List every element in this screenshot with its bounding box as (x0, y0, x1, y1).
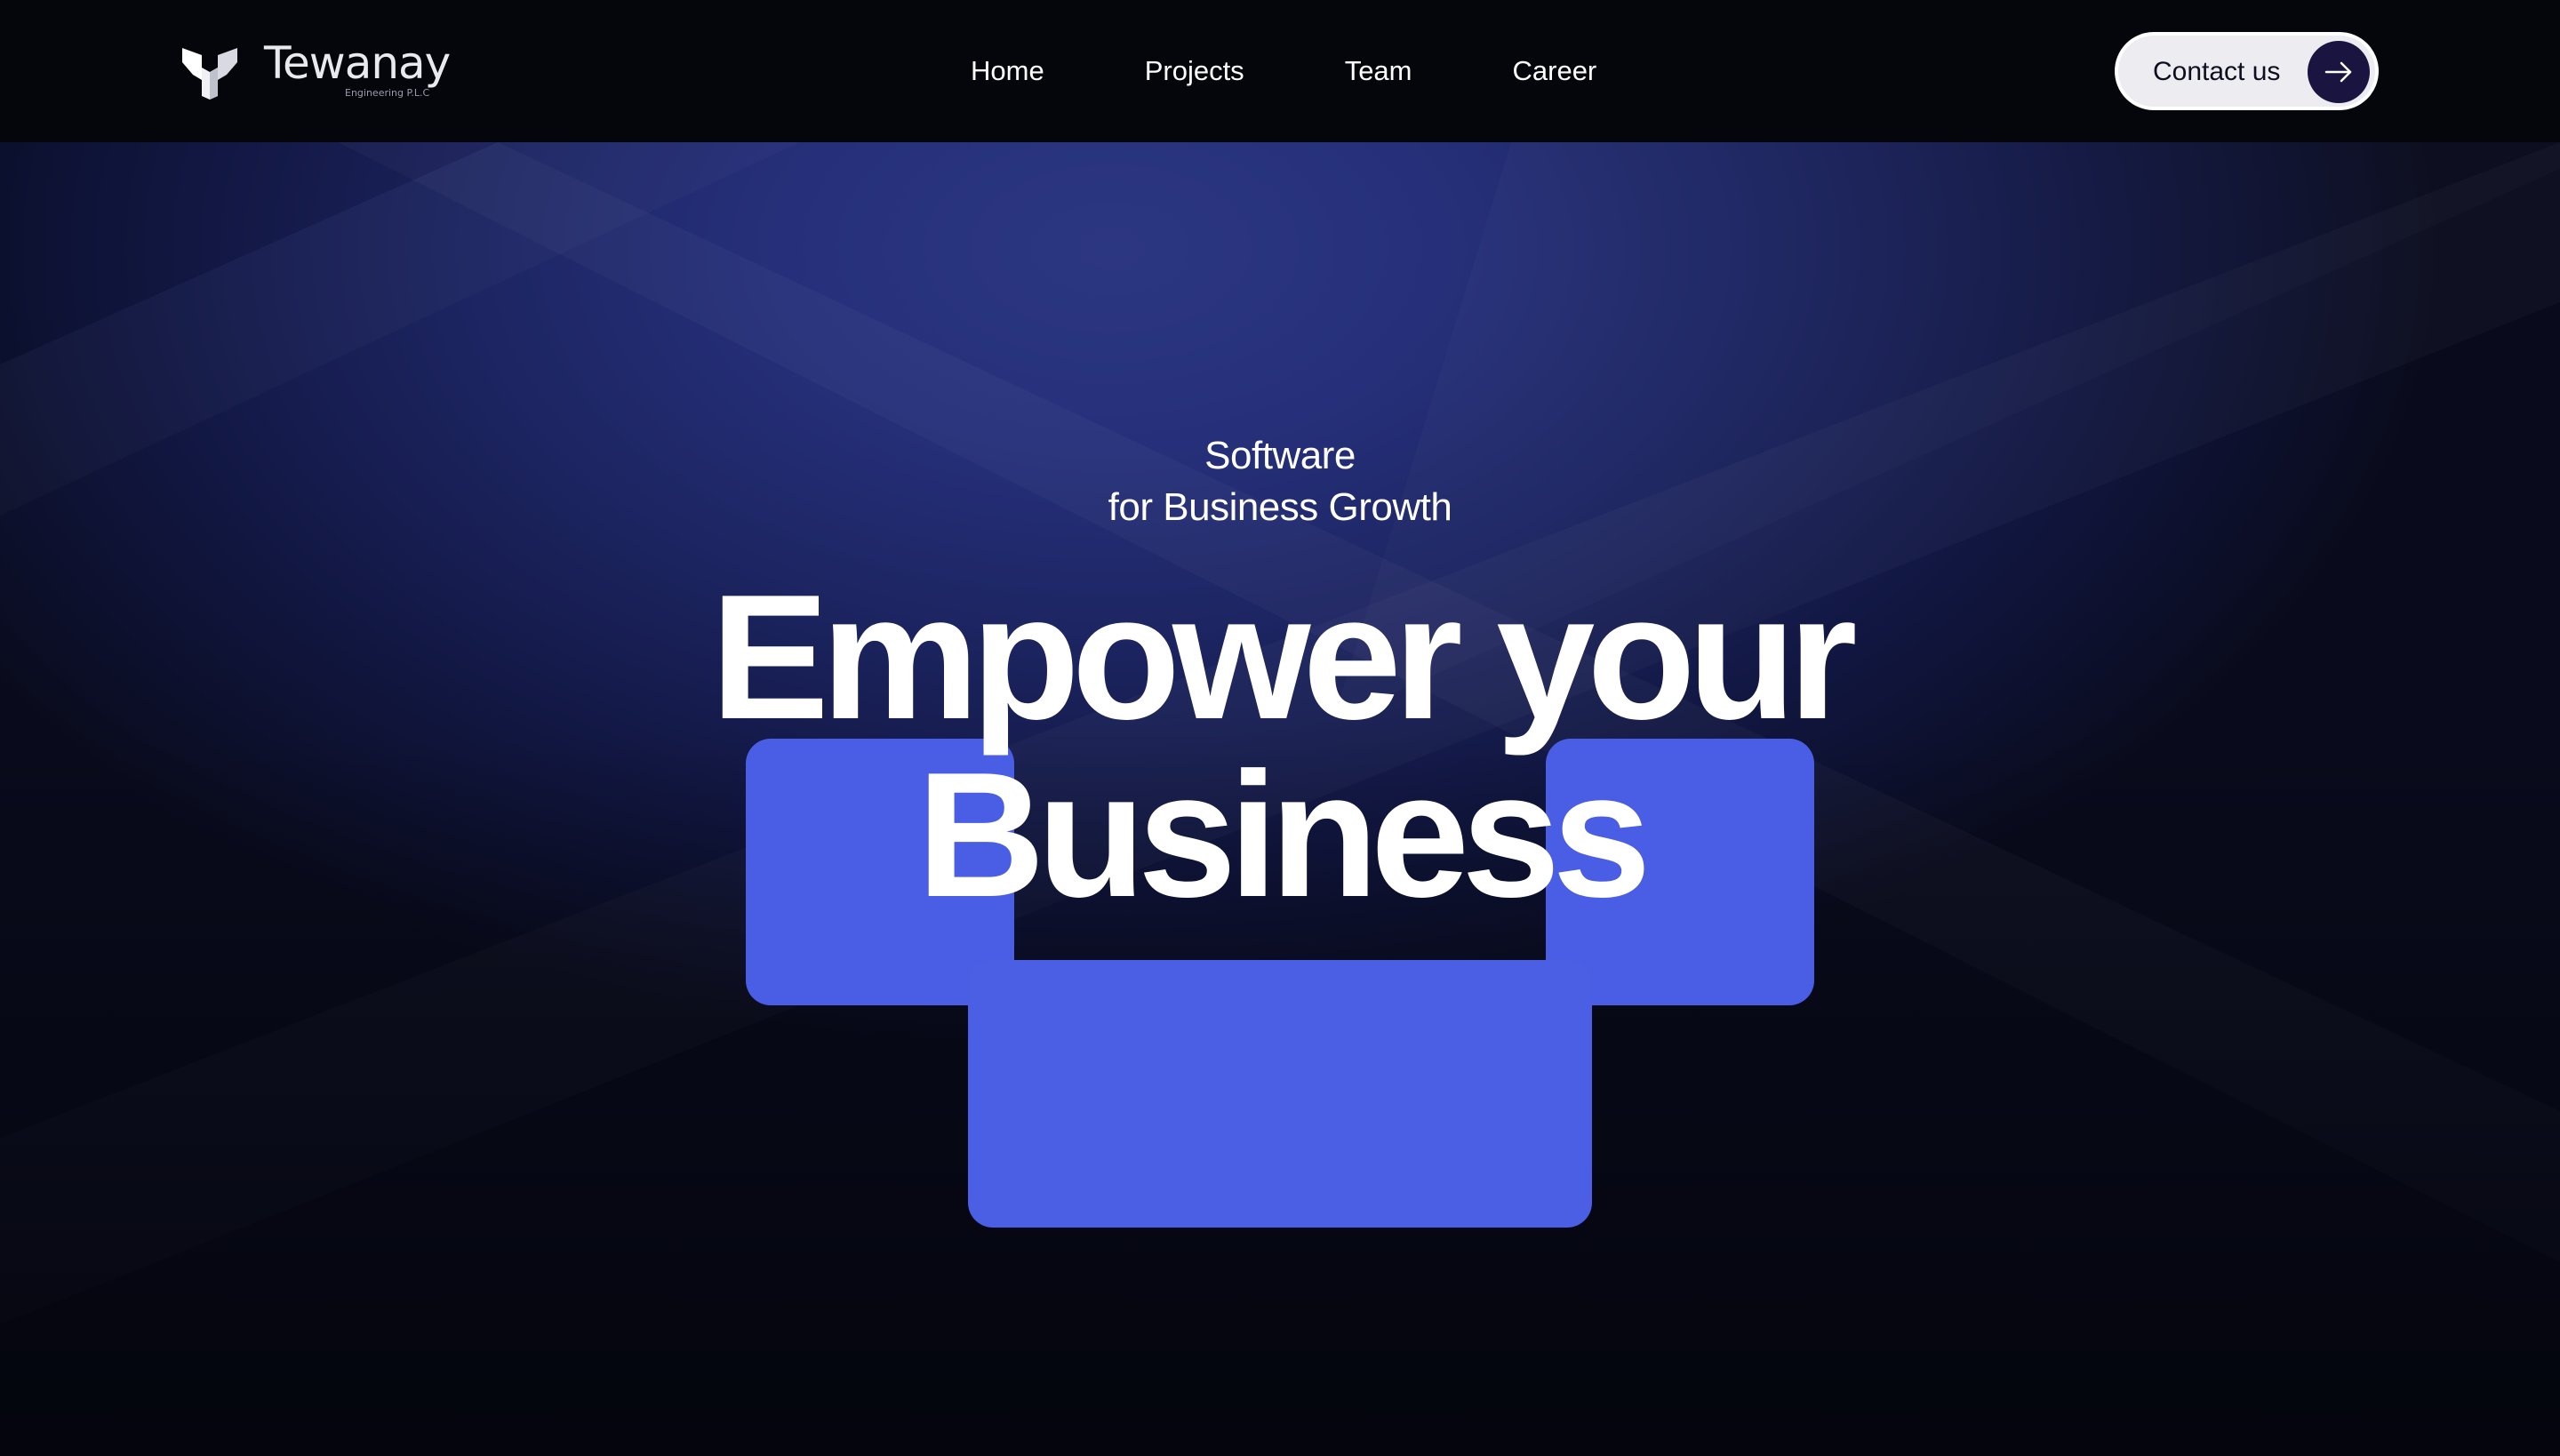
contact-us-button[interactable]: Contact us (2115, 32, 2379, 110)
arrow-right-icon (2308, 41, 2370, 103)
nav-link-team[interactable]: Team (1345, 52, 1412, 91)
contact-us-label: Contact us (2153, 57, 2281, 86)
hero-tagline-line1: Software (1204, 434, 1356, 477)
tewanay-logo-icon (182, 48, 237, 100)
hero-headline-line2: Business (916, 736, 1651, 934)
hero-section: Software for Business Growth Empower you… (0, 142, 2560, 1456)
brand-logo[interactable]: Tewanay Engineering P.L.C (182, 37, 476, 103)
brand-subtitle: Engineering P.L.C (345, 87, 430, 99)
brand-name: Tewanay (264, 37, 451, 89)
main-nav: Home Projects Team Career (971, 52, 1596, 91)
hero-tagline-line2: for Business Growth (1108, 485, 1452, 529)
nav-link-projects[interactable]: Projects (1145, 52, 1244, 91)
top-navbar: Tewanay Engineering P.L.C Home Projects … (0, 0, 2560, 142)
nav-link-career[interactable]: Career (1513, 52, 1597, 91)
hero-block-bottom (968, 960, 1592, 1228)
hero-headline-line1: Empower your (710, 558, 1857, 756)
nav-link-home[interactable]: Home (971, 52, 1044, 91)
